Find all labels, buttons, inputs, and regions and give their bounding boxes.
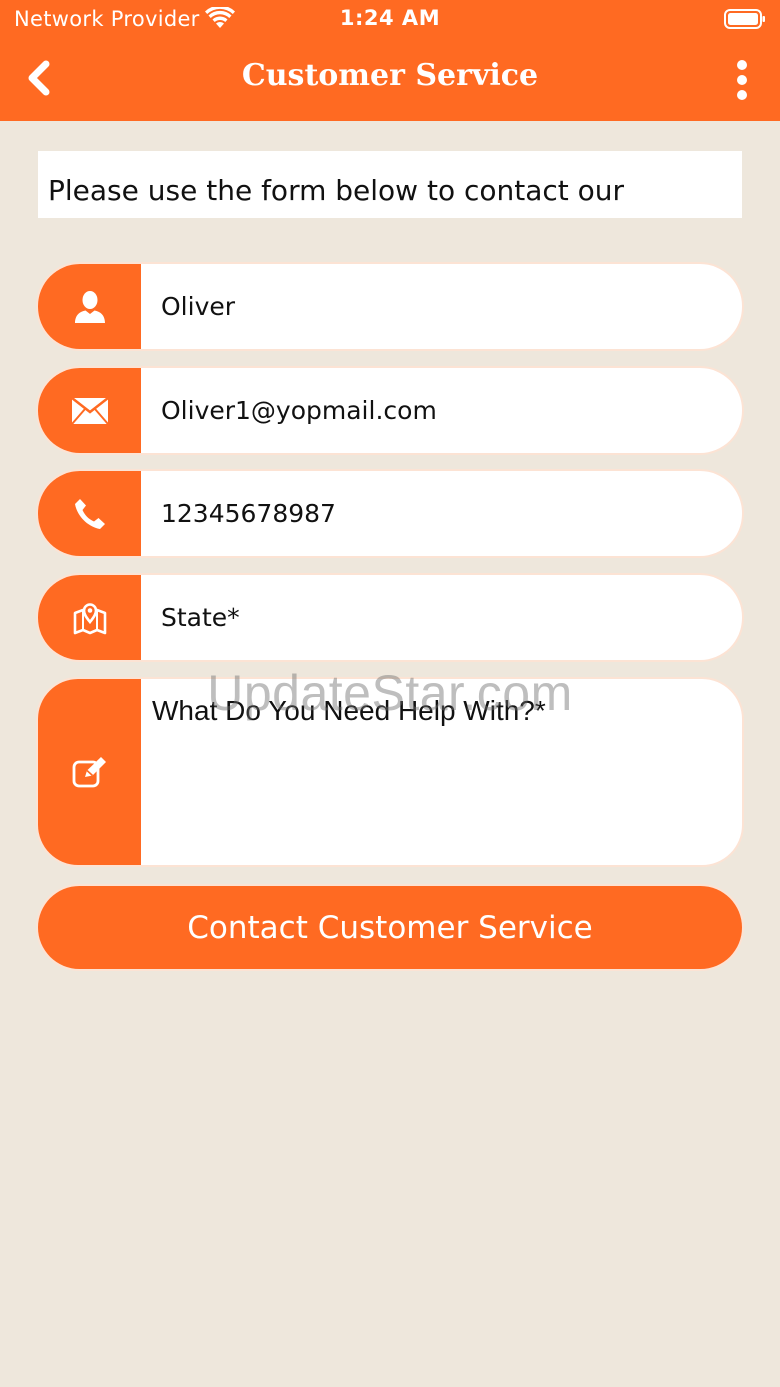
top-bar: Network Provider 1:24 AM Customer Servic…	[0, 0, 780, 121]
name-icon-box	[38, 264, 141, 349]
navigation-bar: Customer Service	[0, 40, 780, 121]
map-pin-icon	[73, 602, 106, 634]
help-icon-box	[38, 679, 141, 865]
edit-icon	[72, 757, 106, 788]
email-field[interactable]: Oliver1@yopmail.com	[38, 368, 742, 453]
name-field[interactable]: Oliver	[38, 264, 742, 349]
help-textarea[interactable]: What Do You Need Help With?*	[152, 695, 546, 727]
user-icon	[74, 290, 105, 323]
intro-text-box: Please use the form below to contact our…	[38, 151, 742, 218]
email-icon-box	[38, 368, 141, 453]
state-field[interactable]: State*	[38, 575, 742, 660]
contact-customer-service-button[interactable]: Contact Customer Service	[38, 886, 742, 969]
phone-field[interactable]: 12345678987	[38, 471, 742, 556]
battery-icon	[724, 9, 765, 29]
more-options-button[interactable]	[720, 56, 764, 104]
email-input[interactable]: Oliver1@yopmail.com	[161, 368, 437, 453]
state-icon-box	[38, 575, 141, 660]
state-input[interactable]: State*	[161, 575, 240, 660]
envelope-icon	[70, 396, 109, 425]
status-time: 1:24 AM	[339, 6, 441, 30]
phone-icon-box	[38, 471, 141, 556]
phone-icon	[74, 498, 105, 529]
phone-input[interactable]: 12345678987	[161, 471, 336, 556]
intro-text: Please use the form below to contact our…	[48, 174, 625, 207]
more-vertical-icon	[737, 60, 747, 100]
name-input[interactable]: Oliver	[161, 264, 235, 349]
help-field[interactable]: What Do You Need Help With?*	[38, 679, 742, 865]
status-bar: Network Provider 1:24 AM	[0, 0, 780, 40]
page-title: Customer Service	[241, 58, 539, 93]
